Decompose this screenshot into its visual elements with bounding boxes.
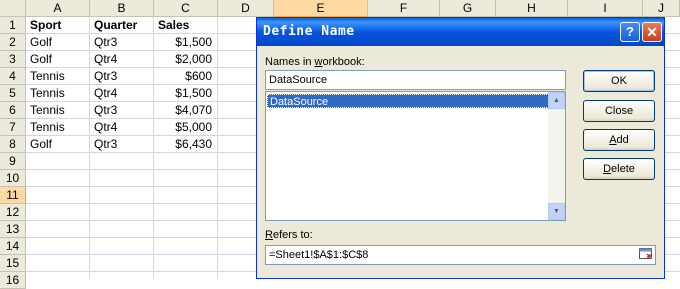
select-all-corner[interactable] xyxy=(0,0,26,17)
cell-b3[interactable]: Qtr4 xyxy=(94,51,152,68)
row-header-8[interactable]: 8 xyxy=(0,136,26,153)
cell-a5[interactable]: Tennis xyxy=(30,85,88,102)
row-header-11[interactable]: 11 xyxy=(0,187,26,204)
cell-a2[interactable]: Golf xyxy=(30,34,88,51)
cell-b4[interactable]: Qtr3 xyxy=(94,68,152,85)
dialog-title-bar[interactable]: Define Name ? ✕ xyxy=(257,18,664,46)
row-header-12[interactable]: 12 xyxy=(0,204,26,221)
row-header-5[interactable]: 5 xyxy=(0,85,26,102)
refers-to-input[interactable]: =Sheet1!$A$1:$C$8 xyxy=(265,245,656,265)
row-header-1[interactable]: 1 xyxy=(0,17,26,34)
close-window-button[interactable]: ✕ xyxy=(642,22,662,42)
row-header-14[interactable]: 14 xyxy=(0,238,26,255)
row-header-3[interactable]: 3 xyxy=(0,51,26,68)
cell-b2[interactable]: Qtr3 xyxy=(94,34,152,51)
row-header-7[interactable]: 7 xyxy=(0,119,26,136)
cell-c4[interactable]: $600 xyxy=(154,68,212,85)
cell-c1[interactable]: Sales xyxy=(158,17,216,34)
define-name-dialog: Define Name ? ✕ Names in workbook: DataS… xyxy=(256,17,665,279)
cell-a7[interactable]: Tennis xyxy=(30,119,88,136)
row-header-16[interactable]: 16 xyxy=(0,272,26,289)
cell-b7[interactable]: Qtr4 xyxy=(94,119,152,136)
cell-b1[interactable]: Quarter xyxy=(94,17,152,34)
cell-c2[interactable]: $1,500 xyxy=(154,34,212,51)
cell-a3[interactable]: Golf xyxy=(30,51,88,68)
scroll-down-arrow-icon[interactable]: ▼ xyxy=(548,203,565,220)
cell-a4[interactable]: Tennis xyxy=(30,68,88,85)
row-header-15[interactable]: 15 xyxy=(0,255,26,272)
column-header-c[interactable]: C xyxy=(154,0,218,17)
names-listbox[interactable]: DataSource ▲ ▼ xyxy=(265,91,566,221)
cell-c7[interactable]: $5,000 xyxy=(154,119,212,136)
cell-b5[interactable]: Qtr4 xyxy=(94,85,152,102)
row-header-13[interactable]: 13 xyxy=(0,221,26,238)
refers-to-value: =Sheet1!$A$1:$C$8 xyxy=(269,249,369,261)
cell-a6[interactable]: Tennis xyxy=(30,102,88,119)
row-header-2[interactable]: 2 xyxy=(0,34,26,51)
column-header-h[interactable]: H xyxy=(496,0,568,17)
column-header-a[interactable]: A xyxy=(26,0,90,17)
cell-c3[interactable]: $2,000 xyxy=(154,51,212,68)
row-header-4[interactable]: 4 xyxy=(0,68,26,85)
row-header-9[interactable]: 9 xyxy=(0,153,26,170)
cell-c6[interactable]: $4,070 xyxy=(154,102,212,119)
names-in-workbook-label: Names in workbook: xyxy=(265,56,365,68)
help-button[interactable]: ? xyxy=(620,22,640,42)
cell-c5[interactable]: $1,500 xyxy=(154,85,212,102)
list-scrollbar[interactable]: ▲ ▼ xyxy=(548,92,565,220)
ok-button[interactable]: OK xyxy=(583,70,655,92)
row-header-6[interactable]: 6 xyxy=(0,102,26,119)
column-header-g[interactable]: G xyxy=(440,0,496,17)
dialog-title: Define Name xyxy=(263,24,355,39)
column-header-j[interactable]: J xyxy=(643,0,680,17)
cell-a8[interactable]: Golf xyxy=(30,136,88,153)
column-header-b[interactable]: B xyxy=(90,0,154,17)
close-button[interactable]: Close xyxy=(583,100,655,122)
column-header-f[interactable]: F xyxy=(368,0,440,17)
scroll-up-arrow-icon[interactable]: ▲ xyxy=(548,92,565,109)
delete-button[interactable]: Delete xyxy=(583,158,655,180)
collapse-dialog-icon[interactable] xyxy=(638,248,653,262)
cell-b6[interactable]: Qtr3 xyxy=(94,102,152,119)
cell-c8[interactable]: $6,430 xyxy=(154,136,212,153)
column-header-e[interactable]: E xyxy=(274,0,368,17)
refers-to-label: Refers to: xyxy=(265,229,313,241)
cell-b8[interactable]: Qtr3 xyxy=(94,136,152,153)
cell-a1[interactable]: Sport xyxy=(30,17,88,34)
column-header-d[interactable]: D xyxy=(218,0,274,17)
row-header-10[interactable]: 10 xyxy=(0,170,26,187)
name-input[interactable]: DataSource xyxy=(265,70,566,90)
add-button[interactable]: Add xyxy=(583,129,655,151)
list-item-datasource[interactable]: DataSource xyxy=(267,94,549,108)
column-header-i[interactable]: I xyxy=(568,0,643,17)
